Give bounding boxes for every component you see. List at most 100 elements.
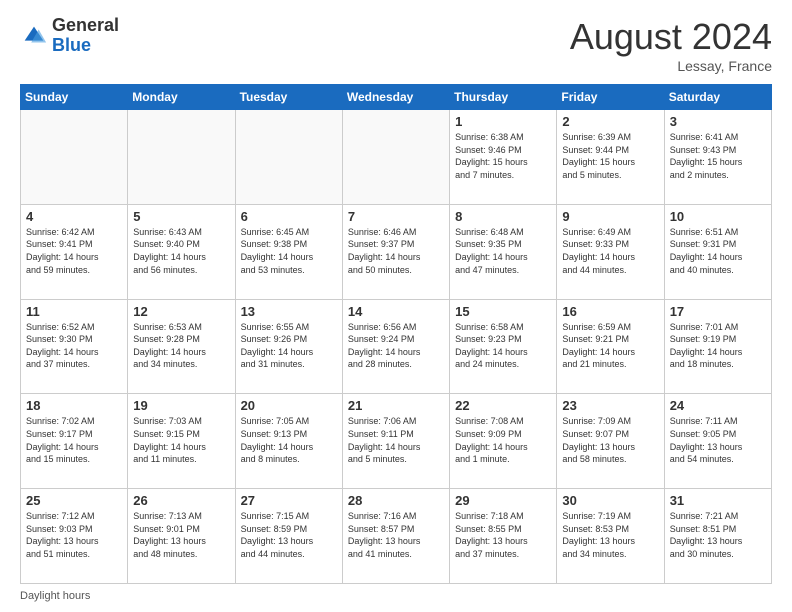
day-info: Sunrise: 6:49 AM Sunset: 9:33 PM Dayligh… xyxy=(562,226,658,276)
calendar-week-row: 11Sunrise: 6:52 AM Sunset: 9:30 PM Dayli… xyxy=(21,299,772,394)
day-info: Sunrise: 6:42 AM Sunset: 9:41 PM Dayligh… xyxy=(26,226,122,276)
daylight-label: Daylight hours xyxy=(20,590,90,602)
calendar-cell: 22 Sunrise: 7:08 AM Sunset: 9:09 PM Dayli… xyxy=(450,394,557,489)
day-number: 15 xyxy=(455,304,551,319)
calendar-cell: 3 Sunrise: 6:41 AM Sunset: 9:43 PM Daylig… xyxy=(664,110,771,205)
day-info: Sunrise: 7:15 AM Sunset: 8:59 PM Dayligh… xyxy=(241,510,337,560)
calendar-cell xyxy=(342,110,449,205)
day-info: Sunrise: 7:08 AM Sunset: 9:09 PM Dayligh… xyxy=(455,415,551,465)
calendar-cell xyxy=(235,110,342,205)
day-info: Sunrise: 7:19 AM Sunset: 8:53 PM Dayligh… xyxy=(562,510,658,560)
day-info: Sunrise: 7:13 AM Sunset: 9:01 PM Dayligh… xyxy=(133,510,229,560)
day-info: Sunrise: 6:52 AM Sunset: 9:30 PM Dayligh… xyxy=(26,321,122,371)
day-number: 7 xyxy=(348,209,444,224)
day-number: 16 xyxy=(562,304,658,319)
calendar-cell: 18Sunrise: 7:02 AM Sunset: 9:17 PM Dayli… xyxy=(21,394,128,489)
day-number: 10 xyxy=(670,209,766,224)
day-number: 27 xyxy=(241,493,337,508)
day-number: 28 xyxy=(348,493,444,508)
calendar-cell: 29 Sunrise: 7:18 AM Sunset: 8:55 PM Dayli… xyxy=(450,489,557,584)
day-number: 21 xyxy=(348,398,444,413)
calendar-cell: 19 Sunrise: 7:03 AM Sunset: 9:15 PM Dayli… xyxy=(128,394,235,489)
day-number: 22 xyxy=(455,398,551,413)
day-number: 31 xyxy=(670,493,766,508)
day-number: 1 xyxy=(455,114,551,129)
day-info: Sunrise: 7:01 AM Sunset: 9:19 PM Dayligh… xyxy=(670,321,766,371)
day-number: 25 xyxy=(26,493,122,508)
day-number: 8 xyxy=(455,209,551,224)
weekday-header: Saturday xyxy=(664,85,771,110)
calendar-cell: 10 Sunrise: 6:51 AM Sunset: 9:31 PM Dayli… xyxy=(664,204,771,299)
calendar-week-row: 25 Sunrise: 7:12 AM Sunset: 9:03 PM Dayli… xyxy=(21,489,772,584)
day-info: Sunrise: 7:18 AM Sunset: 8:55 PM Dayligh… xyxy=(455,510,551,560)
calendar-cell: 8 Sunrise: 6:48 AM Sunset: 9:35 PM Daylig… xyxy=(450,204,557,299)
day-info: Sunrise: 7:02 AM Sunset: 9:17 PM Dayligh… xyxy=(26,415,122,465)
calendar-cell: 4 Sunrise: 6:42 AM Sunset: 9:41 PM Daylig… xyxy=(21,204,128,299)
calendar-cell: 23Sunrise: 7:09 AM Sunset: 9:07 PM Dayli… xyxy=(557,394,664,489)
calendar-cell: 11Sunrise: 6:52 AM Sunset: 9:30 PM Dayli… xyxy=(21,299,128,394)
day-info: Sunrise: 6:58 AM Sunset: 9:23 PM Dayligh… xyxy=(455,321,551,371)
day-number: 4 xyxy=(26,209,122,224)
day-number: 24 xyxy=(670,398,766,413)
day-info: Sunrise: 6:51 AM Sunset: 9:31 PM Dayligh… xyxy=(670,226,766,276)
day-info: Sunrise: 7:21 AM Sunset: 8:51 PM Dayligh… xyxy=(670,510,766,560)
month-title: August 2024 xyxy=(570,16,772,58)
day-number: 19 xyxy=(133,398,229,413)
day-number: 13 xyxy=(241,304,337,319)
title-block: August 2024 Lessay, France xyxy=(570,16,772,74)
day-number: 26 xyxy=(133,493,229,508)
weekday-header-row: SundayMondayTuesdayWednesdayThursdayFrid… xyxy=(21,85,772,110)
weekday-header: Sunday xyxy=(21,85,128,110)
logo: General Blue xyxy=(20,16,119,56)
logo-text: General Blue xyxy=(52,16,119,56)
day-info: Sunrise: 6:48 AM Sunset: 9:35 PM Dayligh… xyxy=(455,226,551,276)
day-number: 9 xyxy=(562,209,658,224)
calendar-cell: 27 Sunrise: 7:15 AM Sunset: 8:59 PM Dayli… xyxy=(235,489,342,584)
calendar-cell: 24Sunrise: 7:11 AM Sunset: 9:05 PM Dayli… xyxy=(664,394,771,489)
day-number: 23 xyxy=(562,398,658,413)
calendar-week-row: 4 Sunrise: 6:42 AM Sunset: 9:41 PM Daylig… xyxy=(21,204,772,299)
calendar-cell: 7 Sunrise: 6:46 AM Sunset: 9:37 PM Daylig… xyxy=(342,204,449,299)
day-info: Sunrise: 7:12 AM Sunset: 9:03 PM Dayligh… xyxy=(26,510,122,560)
calendar-week-row: 1 Sunrise: 6:38 AM Sunset: 9:46 PM Daylig… xyxy=(21,110,772,205)
calendar-cell: 28 Sunrise: 7:16 AM Sunset: 8:57 PM Dayli… xyxy=(342,489,449,584)
day-info: Sunrise: 7:06 AM Sunset: 9:11 PM Dayligh… xyxy=(348,415,444,465)
day-number: 30 xyxy=(562,493,658,508)
day-number: 20 xyxy=(241,398,337,413)
day-info: Sunrise: 6:56 AM Sunset: 9:24 PM Dayligh… xyxy=(348,321,444,371)
day-info: Sunrise: 6:45 AM Sunset: 9:38 PM Dayligh… xyxy=(241,226,337,276)
calendar-cell: 6 Sunrise: 6:45 AM Sunset: 9:38 PM Daylig… xyxy=(235,204,342,299)
day-info: Sunrise: 6:38 AM Sunset: 9:46 PM Dayligh… xyxy=(455,131,551,181)
day-number: 3 xyxy=(670,114,766,129)
day-info: Sunrise: 6:41 AM Sunset: 9:43 PM Dayligh… xyxy=(670,131,766,181)
calendar-cell: 13 Sunrise: 6:55 AM Sunset: 9:26 PM Dayli… xyxy=(235,299,342,394)
logo-general: General xyxy=(52,16,119,36)
calendar-cell: 26 Sunrise: 7:13 AM Sunset: 9:01 PM Dayli… xyxy=(128,489,235,584)
calendar-cell: 2 Sunrise: 6:39 AM Sunset: 9:44 PM Daylig… xyxy=(557,110,664,205)
calendar-week-row: 18Sunrise: 7:02 AM Sunset: 9:17 PM Dayli… xyxy=(21,394,772,489)
calendar-cell: 20 Sunrise: 7:05 AM Sunset: 9:13 PM Dayli… xyxy=(235,394,342,489)
calendar-cell: 12Sunrise: 6:53 AM Sunset: 9:28 PM Dayli… xyxy=(128,299,235,394)
calendar-cell: 15 Sunrise: 6:58 AM Sunset: 9:23 PM Dayli… xyxy=(450,299,557,394)
day-number: 14 xyxy=(348,304,444,319)
calendar-cell: 9 Sunrise: 6:49 AM Sunset: 9:33 PM Daylig… xyxy=(557,204,664,299)
day-info: Sunrise: 7:16 AM Sunset: 8:57 PM Dayligh… xyxy=(348,510,444,560)
calendar-table: SundayMondayTuesdayWednesdayThursdayFrid… xyxy=(20,84,772,584)
weekday-header: Monday xyxy=(128,85,235,110)
day-info: Sunrise: 6:39 AM Sunset: 9:44 PM Dayligh… xyxy=(562,131,658,181)
day-number: 6 xyxy=(241,209,337,224)
calendar-cell: 5Sunrise: 6:43 AM Sunset: 9:40 PM Daylig… xyxy=(128,204,235,299)
header: General Blue August 2024 Lessay, France xyxy=(20,16,772,74)
weekday-header: Tuesday xyxy=(235,85,342,110)
page: General Blue August 2024 Lessay, France … xyxy=(0,0,792,612)
day-number: 12 xyxy=(133,304,229,319)
day-number: 2 xyxy=(562,114,658,129)
day-info: Sunrise: 7:03 AM Sunset: 9:15 PM Dayligh… xyxy=(133,415,229,465)
footer: Daylight hours xyxy=(20,590,772,602)
day-number: 29 xyxy=(455,493,551,508)
day-info: Sunrise: 6:46 AM Sunset: 9:37 PM Dayligh… xyxy=(348,226,444,276)
day-info: Sunrise: 6:55 AM Sunset: 9:26 PM Dayligh… xyxy=(241,321,337,371)
weekday-header: Wednesday xyxy=(342,85,449,110)
day-info: Sunrise: 7:05 AM Sunset: 9:13 PM Dayligh… xyxy=(241,415,337,465)
weekday-header: Friday xyxy=(557,85,664,110)
